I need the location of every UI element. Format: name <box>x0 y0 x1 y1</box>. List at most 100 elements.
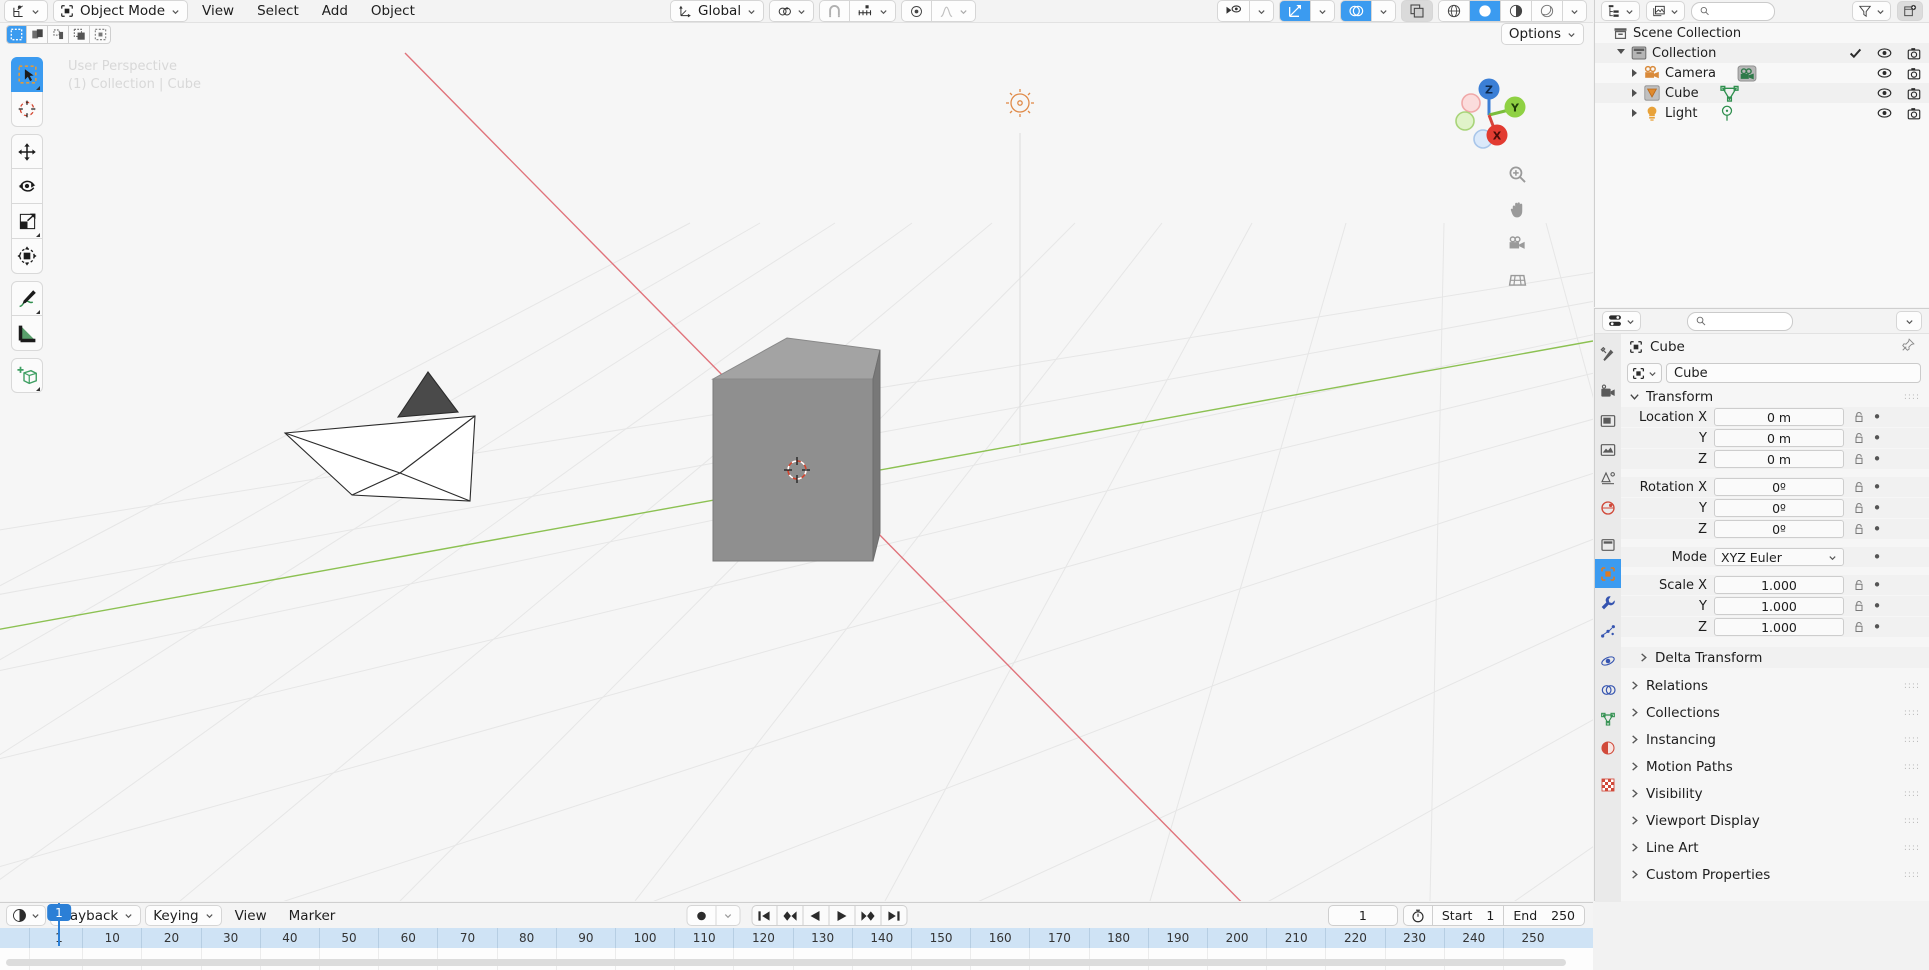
lock-icon[interactable] <box>1851 579 1867 591</box>
outliner-search-input[interactable] <box>1714 3 1766 19</box>
proportional-edit-toggle[interactable] <box>901 0 933 22</box>
animate-dot-icon[interactable]: • <box>1872 480 1882 495</box>
object-name-row[interactable]: Cube <box>1621 360 1929 386</box>
eye-icon[interactable] <box>1877 87 1892 99</box>
prev-keyframe-button[interactable] <box>777 905 803 926</box>
panel-viewport-display[interactable]: Viewport Display :::: <box>1621 807 1929 834</box>
timeline-menu-view[interactable]: View <box>226 905 276 927</box>
expander-down-icon[interactable] <box>1617 48 1625 58</box>
show-overlays-toggle[interactable] <box>1340 0 1372 22</box>
outliner-row-light[interactable]: Light <box>1595 103 1929 123</box>
timeline-ruler[interactable]: 1102030405060708090100110120130140150160… <box>0 928 1593 948</box>
timeline-transport-area[interactable] <box>686 905 907 926</box>
transform-fields[interactable]: Location X 0 m • Y 0 m • Z 0 m • Rotatio… <box>1621 407 1929 637</box>
proportional-falloff-selector[interactable] <box>932 0 977 22</box>
outliner-row-scene-collection[interactable]: Scene Collection <box>1595 23 1929 43</box>
snapping-group[interactable] <box>819 0 897 22</box>
location-z-input[interactable]: 0 m <box>1714 450 1844 468</box>
lock-icon[interactable] <box>1851 453 1867 465</box>
viewport-nav-controls[interactable] <box>1508 165 1527 289</box>
scale-tool[interactable] <box>11 204 43 239</box>
select-circle-button[interactable] <box>48 24 69 44</box>
overlays-dropdown[interactable] <box>1372 0 1396 22</box>
eye-icon[interactable] <box>1877 47 1892 59</box>
outliner-editor[interactable]: Scene Collection Collection Camera Cube … <box>1594 0 1929 307</box>
outliner-row-camera[interactable]: Camera <box>1595 63 1929 83</box>
properties-tab-tool[interactable] <box>1595 340 1621 369</box>
proportional-editing-group[interactable] <box>901 0 977 22</box>
location-x-input[interactable]: 0 m <box>1714 408 1844 426</box>
properties-content[interactable]: Cube Cube Transform:::: Location X 0 m … <box>1621 334 1929 902</box>
lock-icon[interactable] <box>1851 621 1867 633</box>
properties-tab-particles[interactable] <box>1595 617 1621 646</box>
light-data-icon[interactable] <box>1718 105 1736 122</box>
new-collection-button[interactable] <box>1897 1 1923 21</box>
transform-row-location-x[interactable]: Location X 0 m • <box>1621 407 1929 427</box>
menu-select[interactable]: Select <box>248 0 308 22</box>
panel-drag-handle[interactable]: :::: <box>1904 843 1920 853</box>
rendered-shading-button[interactable] <box>1532 0 1563 22</box>
jump-to-end-button[interactable] <box>881 905 907 926</box>
select-box-button[interactable] <box>6 24 27 44</box>
timeline-horizontal-scrollbar[interactable] <box>6 959 1566 966</box>
properties-editor[interactable]: Cube Cube Transform:::: Location X 0 m … <box>1594 308 1929 902</box>
panel-relations[interactable]: Relations :::: <box>1621 672 1929 699</box>
properties-tab-scene[interactable] <box>1595 464 1621 493</box>
wireframe-shading-button[interactable] <box>1438 0 1470 22</box>
rotation-x-input[interactable]: 0º <box>1714 478 1844 496</box>
editor-type-selector[interactable] <box>4 0 48 22</box>
transform-row-location-y[interactable]: Y 0 m • <box>1621 428 1929 448</box>
transform-row-rotation-y[interactable]: Y 0º • <box>1621 498 1929 518</box>
panel-drag-handle[interactable]: :::: <box>1904 762 1920 772</box>
properties-header[interactable] <box>1595 309 1929 334</box>
toggle-xray-button[interactable] <box>1401 0 1433 22</box>
next-keyframe-button[interactable] <box>855 905 881 926</box>
lock-icon[interactable] <box>1851 432 1867 444</box>
auto-keying-dropdown[interactable] <box>716 905 740 926</box>
transform-row-rotation-x[interactable]: Rotation X 0º • <box>1621 477 1929 497</box>
expander-right-icon[interactable] <box>1632 69 1637 77</box>
lock-icon[interactable] <box>1851 411 1867 423</box>
solid-shading-button[interactable] <box>1470 0 1501 22</box>
outliner-row-controls[interactable] <box>1877 67 1921 80</box>
panel-motion-paths[interactable]: Motion Paths :::: <box>1621 753 1929 780</box>
panel-instancing[interactable]: Instancing :::: <box>1621 726 1929 753</box>
panel-drag-handle[interactable]: :::: <box>1904 681 1920 691</box>
transform-orientation-selector[interactable]: Global <box>670 0 765 22</box>
lock-icon[interactable] <box>1851 502 1867 514</box>
select-extend-button[interactable] <box>90 24 111 44</box>
lock-icon[interactable] <box>1851 481 1867 493</box>
panel-drag-handle[interactable]: :::: <box>1904 870 1920 880</box>
timeline-header[interactable]: Playback Keying View Marker 1 Start 1 En… <box>0 903 1593 928</box>
keying-menu[interactable]: Keying <box>145 905 222 926</box>
snap-magnet-toggle[interactable] <box>819 0 851 22</box>
transform-row-rotation-mode[interactable]: Mode XYZ Euler • <box>1621 547 1929 567</box>
outliner-id-type[interactable] <box>1646 1 1685 21</box>
toggle-perspective-icon[interactable] <box>1508 270 1527 289</box>
shading-dropdown[interactable] <box>1563 0 1587 22</box>
panel-drag-handle[interactable]: :::: <box>1904 789 1920 799</box>
properties-tab-view-layer[interactable] <box>1595 435 1621 464</box>
transform-row-location-z[interactable]: Z 0 m • <box>1621 449 1929 469</box>
properties-tab-world[interactable] <box>1595 493 1621 522</box>
animate-dot-icon[interactable]: • <box>1872 410 1882 425</box>
rotation-y-input[interactable]: 0º <box>1714 499 1844 517</box>
properties-tab-data[interactable] <box>1595 704 1621 733</box>
panel-drag-handle[interactable]: :::: <box>1904 735 1920 745</box>
animate-dot-icon[interactable]: • <box>1872 599 1882 614</box>
auto-keying-group[interactable] <box>686 905 740 926</box>
outliner-search[interactable] <box>1691 1 1775 21</box>
camera-data-icon[interactable] <box>1737 64 1757 82</box>
object-id-selector[interactable] <box>1627 363 1662 383</box>
play-reverse-button[interactable] <box>803 905 829 926</box>
shading-modes-group[interactable] <box>1438 0 1587 22</box>
scale-x-input[interactable]: 1.000 <box>1714 576 1844 594</box>
end-frame-field[interactable]: End 250 <box>1504 905 1585 926</box>
measure-tool[interactable] <box>11 316 43 351</box>
expander-right-icon[interactable] <box>1632 109 1637 117</box>
show-gizmo-toggle[interactable] <box>1279 0 1311 22</box>
pan-hand-icon[interactable] <box>1508 200 1527 219</box>
properties-tab-texture[interactable] <box>1595 770 1621 799</box>
object-visibility-toggle[interactable] <box>1217 0 1250 22</box>
jump-to-start-button[interactable] <box>751 905 777 926</box>
